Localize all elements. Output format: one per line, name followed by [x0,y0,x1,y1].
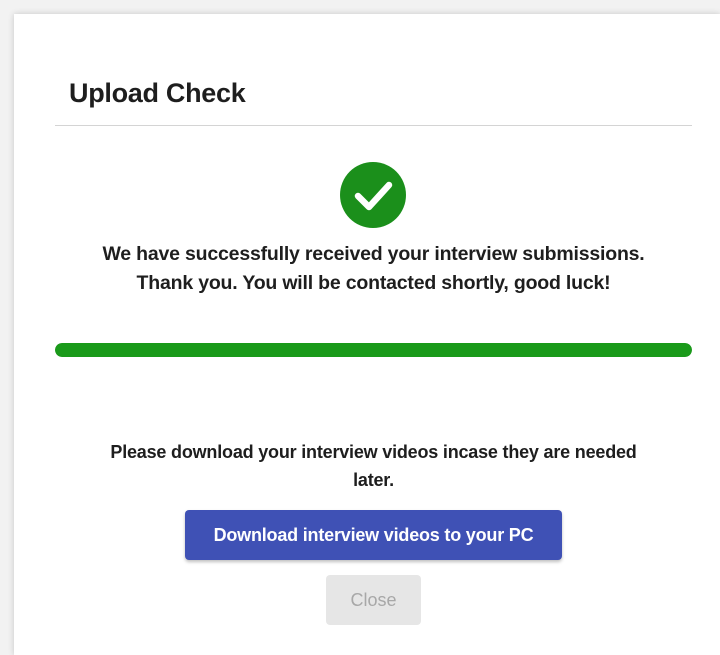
check-circle-icon [340,162,406,228]
title-divider [55,125,692,126]
success-message: We have successfully received your inter… [55,240,692,298]
download-videos-button[interactable]: Download interview videos to your PC [185,510,562,560]
upload-progress-fill [55,343,692,357]
upload-progress-bar [55,343,692,357]
dialog-title: Upload Check [69,78,246,108]
success-message-line-2: Thank you. You will be contacted shortly… [136,272,611,294]
download-note: Please download your interview videos in… [110,442,637,490]
upload-check-dialog: Upload Check We have successfully receiv… [14,14,720,655]
close-button[interactable]: Close [326,575,421,625]
success-message-line-1: We have successfully received your inter… [102,243,645,265]
